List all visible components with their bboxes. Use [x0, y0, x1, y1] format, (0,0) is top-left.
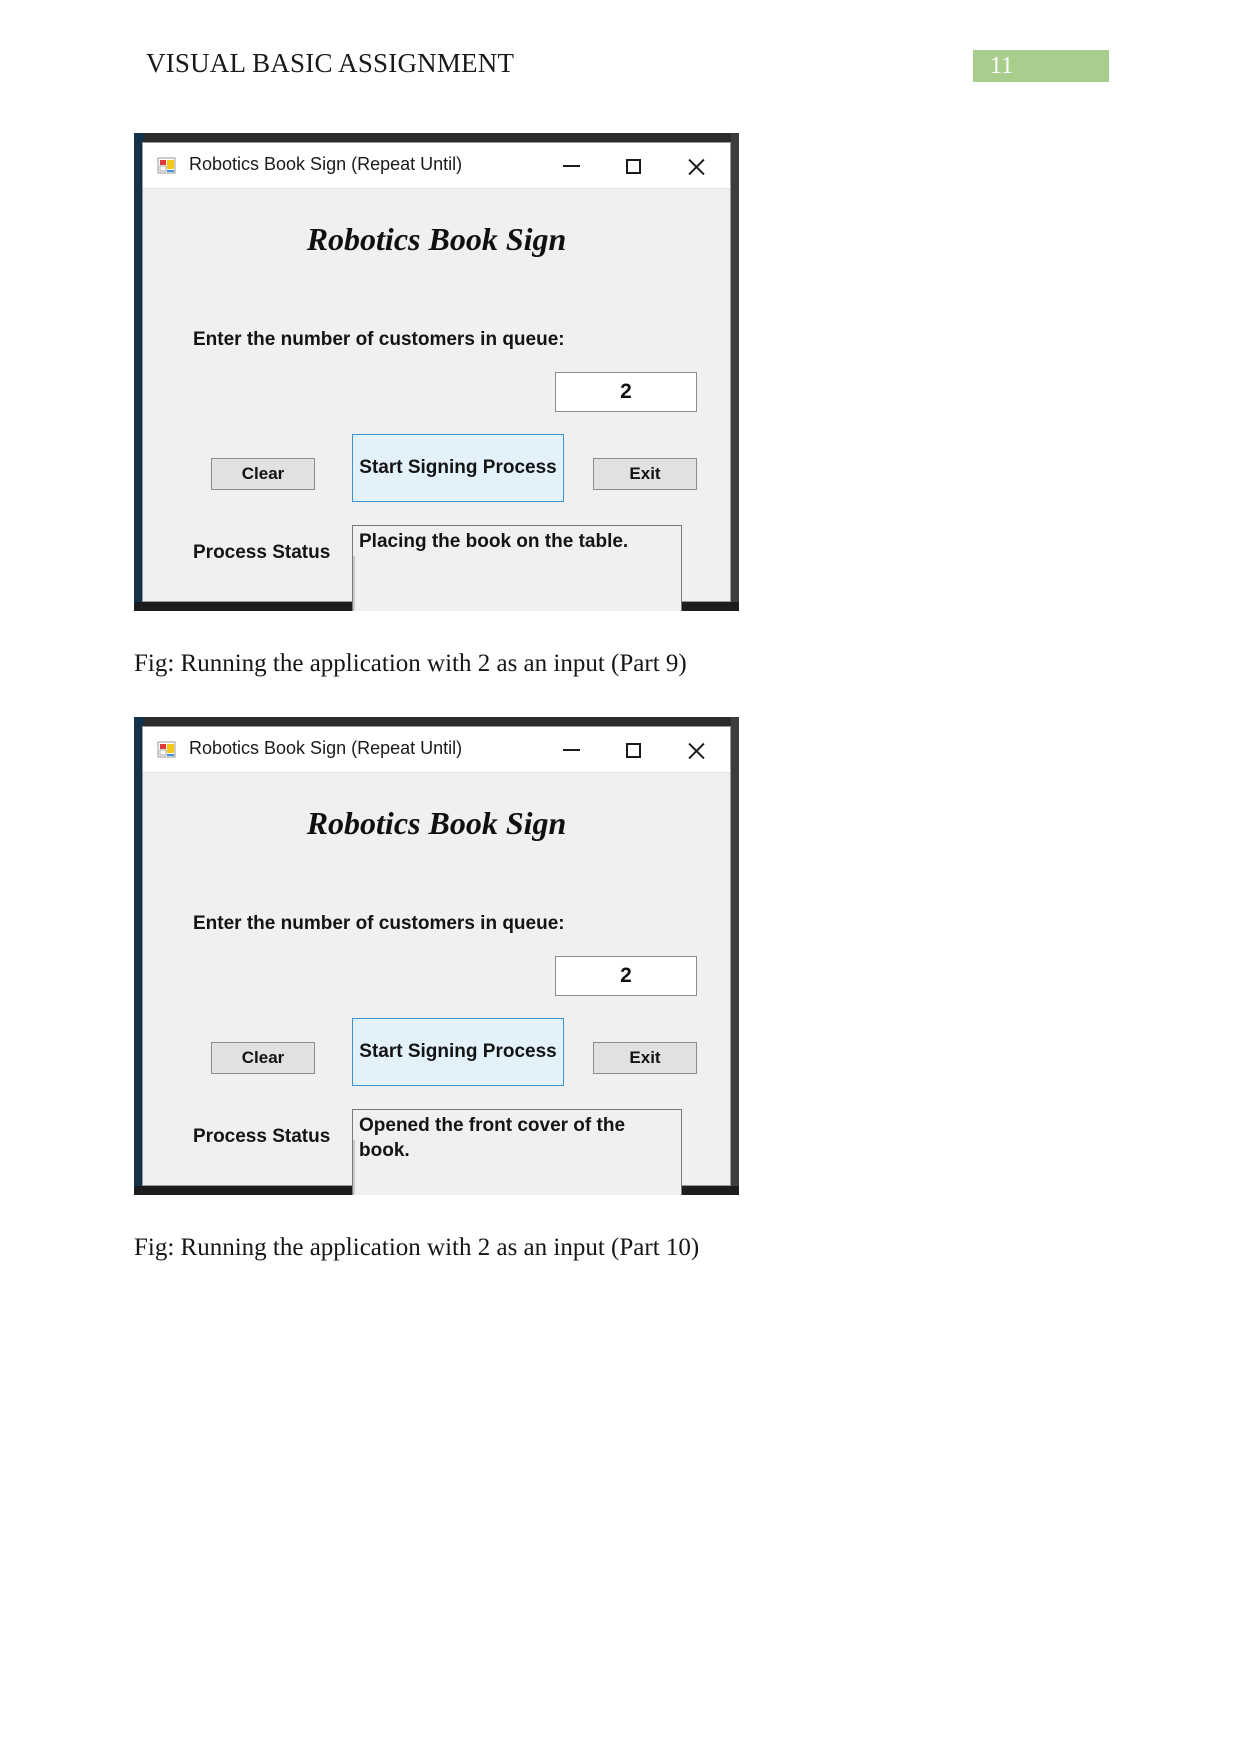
process-status-textbox[interactable]: Placing the book on the table.: [352, 525, 682, 611]
desktop-edge-top: [134, 133, 739, 142]
queue-count-input[interactable]: 2: [555, 956, 697, 996]
form-client-area: Robotics Book Sign Enter the number of c…: [143, 189, 730, 611]
desktop-edge-right: [731, 717, 739, 1195]
maximize-icon: [625, 742, 641, 758]
page-number: 11: [990, 53, 1014, 79]
close-button[interactable]: [664, 143, 726, 189]
start-signing-process-button[interactable]: Start Signing Process: [352, 434, 564, 502]
maximize-icon: [625, 158, 641, 174]
clear-button[interactable]: Clear: [211, 458, 315, 490]
vb-form-icon: [157, 156, 177, 176]
process-status-label: Process Status: [193, 1126, 331, 1147]
screenshot-figure-1: Robotics Book Sign (Repeat Until) Roboti…: [134, 133, 739, 611]
close-button[interactable]: [664, 727, 726, 773]
figure-caption-1: Fig: Running the application with 2 as a…: [134, 650, 687, 677]
desktop-edge-right: [731, 133, 739, 611]
close-icon: [686, 157, 705, 176]
window-controls: [540, 727, 726, 773]
vb-form-icon: [157, 740, 177, 760]
process-status-label: Process Status: [193, 542, 331, 563]
maximize-button[interactable]: [602, 727, 664, 773]
document-title: VISUAL BASIC ASSIGNMENT: [146, 48, 515, 78]
title-bar: Robotics Book Sign (Repeat Until): [143, 143, 730, 189]
minimize-icon: [562, 749, 580, 751]
window-controls: [540, 143, 726, 189]
exit-button[interactable]: Exit: [593, 1042, 697, 1074]
start-signing-process-button[interactable]: Start Signing Process: [352, 1018, 564, 1086]
close-icon: [686, 741, 705, 760]
queue-prompt-label: Enter the number of customers in queue:: [193, 329, 565, 350]
desktop-edge-top: [134, 717, 739, 726]
queue-prompt-label: Enter the number of customers in queue:: [193, 913, 565, 934]
window-title: Robotics Book Sign (Repeat Until): [189, 738, 463, 758]
form-heading: Robotics Book Sign: [306, 221, 567, 257]
app-window-2: Robotics Book Sign (Repeat Until) Roboti…: [142, 726, 731, 1195]
form-client-area: Robotics Book Sign Enter the number of c…: [143, 773, 730, 1195]
screenshot-figure-2: Robotics Book Sign (Repeat Until) Roboti…: [134, 717, 739, 1195]
clear-button[interactable]: Clear: [211, 1042, 315, 1074]
minimize-icon: [562, 165, 580, 167]
title-bar: Robotics Book Sign (Repeat Until): [143, 727, 730, 773]
process-status-textbox[interactable]: Opened the front cover of the book.: [352, 1109, 682, 1195]
minimize-button[interactable]: [540, 727, 602, 773]
app-window-1: Robotics Book Sign (Repeat Until) Roboti…: [142, 142, 731, 611]
maximize-button[interactable]: [602, 143, 664, 189]
page-number-badge: 11: [973, 50, 1109, 82]
form-heading: Robotics Book Sign: [306, 805, 567, 841]
window-title: Robotics Book Sign (Repeat Until): [189, 154, 463, 174]
figure-caption-2: Fig: Running the application with 2 as a…: [134, 1234, 700, 1261]
document-header: VISUAL BASIC ASSIGNMENT 11: [0, 48, 1241, 88]
exit-button[interactable]: Exit: [593, 458, 697, 490]
queue-count-input[interactable]: 2: [555, 372, 697, 412]
minimize-button[interactable]: [540, 143, 602, 189]
